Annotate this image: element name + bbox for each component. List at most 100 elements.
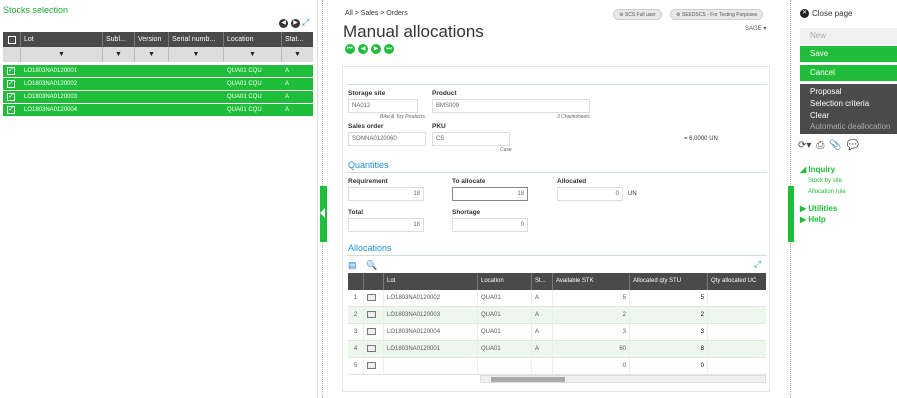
col-allocated-stu[interactable]: Allocated qty STU xyxy=(630,273,708,290)
row-checkbox[interactable]: ✓ xyxy=(7,106,15,114)
breadcrumb-sales[interactable]: Sales xyxy=(361,10,379,17)
row-allocated-uc[interactable] xyxy=(708,341,766,357)
allocated-field[interactable]: 0 xyxy=(557,187,623,201)
last-record-icon[interactable]: ⏭ xyxy=(384,44,394,54)
total-field[interactable]: 18 xyxy=(348,218,424,232)
close-page-button[interactable]: ✕ Close page xyxy=(800,9,852,18)
proposal-action[interactable]: Proposal xyxy=(810,87,842,96)
comment-icon[interactable]: 💬 xyxy=(847,140,859,151)
horizontal-scrollbar[interactable] xyxy=(480,375,766,383)
requirement-field[interactable]: 18 xyxy=(348,187,424,201)
previous-icon[interactable]: ◀ xyxy=(279,19,288,28)
col-lot[interactable]: Lot xyxy=(384,273,478,290)
row-allocated[interactable]: 2 xyxy=(630,307,708,323)
table-row[interactable]: 1 LO1803NA0120002 QUA01 A 5 5 xyxy=(348,290,766,307)
search-icon[interactable]: 🔍 xyxy=(366,260,377,270)
utilities-section[interactable]: ▶ Utilities xyxy=(800,204,837,213)
previous-record-icon[interactable]: ◀ xyxy=(358,44,368,54)
row-allocated[interactable]: 8 xyxy=(630,341,708,357)
row-detail-icon[interactable] xyxy=(367,328,376,335)
row-checkbox[interactable]: ✓ xyxy=(7,80,15,88)
env-badge[interactable]: ⚙ SEEDSCS - For Testing Purposes xyxy=(670,9,764,20)
next-icon[interactable]: ▶ xyxy=(291,19,300,28)
new-button[interactable]: New xyxy=(800,28,897,44)
first-record-icon[interactable]: ⏮ xyxy=(345,44,355,54)
col-allocated-uc[interactable]: Qty allocated UC xyxy=(708,273,766,290)
col-lot[interactable]: Lot xyxy=(21,32,103,47)
storage-site-desc: Bike & Toy Products xyxy=(380,114,425,120)
row-allocated[interactable]: 0 xyxy=(630,358,708,374)
collapse-right-tab[interactable] xyxy=(788,186,794,242)
row-checkbox[interactable]: ✓ xyxy=(7,93,15,101)
refresh-icon[interactable]: ⟳▾ xyxy=(798,140,811,151)
product-field[interactable]: BMS009 xyxy=(432,99,590,113)
row-detail-icon[interactable] xyxy=(367,311,376,318)
row-lot[interactable] xyxy=(384,358,478,374)
next-record-icon[interactable]: ▶ xyxy=(371,44,381,54)
filter-icon[interactable]: ▼ xyxy=(135,47,169,62)
row-allocated-uc[interactable] xyxy=(708,324,766,340)
pku-field[interactable]: CS xyxy=(432,132,510,146)
filter-icon[interactable]: ▼ xyxy=(169,47,224,62)
row-allocated[interactable]: 3 xyxy=(630,324,708,340)
save-button[interactable]: Save xyxy=(800,46,897,62)
storage-site-field[interactable]: NA012 xyxy=(348,99,418,113)
col-location[interactable]: Location xyxy=(478,273,532,290)
expand-icon[interactable]: ⤢ xyxy=(302,17,309,28)
col-sublot[interactable]: Subl... xyxy=(103,32,135,47)
table-row[interactable]: ✓ LO1803NA0120002 QUA01 CQU A xyxy=(3,78,313,91)
filter-icon[interactable]: ▼ xyxy=(224,47,282,62)
row-allocated-uc[interactable] xyxy=(708,290,766,306)
col-location[interactable]: Location xyxy=(224,32,282,47)
row-location: QUA01 CQU xyxy=(227,68,262,74)
row-checkbox[interactable]: ✓ xyxy=(7,67,15,75)
row-detail-icon[interactable] xyxy=(367,362,376,369)
user-badge[interactable]: ⚙ SCS Full user xyxy=(613,9,662,20)
filter-icon[interactable]: ▼ xyxy=(103,47,135,62)
col-available[interactable]: Available STK xyxy=(553,273,630,290)
table-row[interactable]: ✓ LO1803NA0120004 QUA01 CQU A xyxy=(3,104,313,117)
help-section[interactable]: ▶ Help xyxy=(800,215,826,224)
breadcrumb-orders[interactable]: Orders xyxy=(386,10,407,17)
auto-deallocation-action[interactable]: Automatic deallocation xyxy=(810,122,891,131)
row-allocated-uc[interactable] xyxy=(708,358,766,374)
row-location: QUA01 CQU xyxy=(227,81,262,87)
allocation-rule-link[interactable]: Allocation rule xyxy=(808,189,846,195)
row-detail-icon[interactable] xyxy=(367,294,376,301)
scroll-thumb[interactable] xyxy=(491,377,565,382)
to-allocate-field[interactable]: 18 xyxy=(452,187,528,201)
table-row[interactable]: 5 0 0 xyxy=(348,358,766,375)
table-row[interactable]: ✓ LO1803NA0120001 QUA01 CQU A xyxy=(3,65,313,78)
col-status[interactable]: Stat... xyxy=(282,32,313,47)
col-version[interactable]: Version xyxy=(135,32,169,47)
clear-action[interactable]: Clear xyxy=(810,111,829,120)
row-detail-icon[interactable] xyxy=(367,345,376,352)
print-icon[interactable]: ⎙ xyxy=(816,140,824,151)
filter-icon[interactable]: ▼ xyxy=(21,47,103,62)
storage-site-label: Storage site xyxy=(348,90,386,97)
breadcrumb-all[interactable]: All xyxy=(345,10,353,17)
expand-icon[interactable]: ⤢ xyxy=(754,259,761,270)
col-status[interactable]: St... xyxy=(532,273,553,290)
inquiry-section[interactable]: ◢ Inquiry xyxy=(800,165,835,174)
shortage-field[interactable]: 0 xyxy=(452,218,528,232)
select-all-checkbox[interactable] xyxy=(3,32,21,47)
table-row[interactable]: 2 LO1803NA0120003 QUA01 A 2 2 xyxy=(348,307,766,324)
table-row[interactable]: 4 LO1803NA0120001 QUA01 A 60 8 xyxy=(348,341,766,358)
table-row[interactable]: ✓ LO1803NA0120003 QUA01 CQU A xyxy=(3,91,313,104)
attachment-icon[interactable]: 📎 xyxy=(829,140,841,151)
sales-order-field[interactable]: SONNA0120060 xyxy=(348,132,426,146)
cancel-button[interactable]: Cancel xyxy=(800,65,897,81)
stock-by-site-link[interactable]: Stock by site xyxy=(808,178,842,184)
grid-view-icon[interactable]: ▤ xyxy=(348,260,358,270)
table-row[interactable]: 3 LO1803NA0120004 QUA01 A 3 3 xyxy=(348,324,766,341)
selection-criteria-action[interactable]: Selection criteria xyxy=(810,99,869,108)
col-serial[interactable]: Serial numb... xyxy=(169,32,224,47)
row-allocated[interactable]: 5 xyxy=(630,290,708,306)
row-allocated-uc[interactable] xyxy=(708,307,766,323)
company-dropdown[interactable]: SAGE ▾ xyxy=(745,25,766,32)
row-location: QUA01 CQU xyxy=(227,94,262,100)
filter-icon[interactable]: ▼ xyxy=(282,47,313,62)
row-location[interactable] xyxy=(478,358,532,374)
to-allocate-label: To allocate xyxy=(452,178,486,185)
